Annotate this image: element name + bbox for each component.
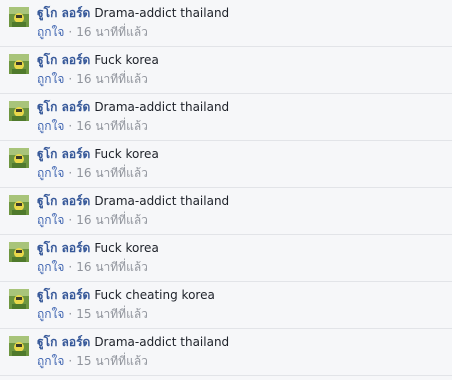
comment-body: ฐูโก ลอร์ด Drama-addict thailand ถูกใจ · 15…: [37, 333, 444, 370]
comment-text: Fuck korea: [94, 53, 159, 67]
comment-content: ฐูโก ลอร์ด Fuck korea: [37, 145, 444, 163]
comment-body: ฐูโก ลอร์ด Drama-addict thailand ถูกใจ · 16…: [37, 192, 444, 229]
like-link[interactable]: ถูกใจ: [37, 354, 64, 368]
comment-body: ฐูโก ลอร์ด Fuck korea ถูกใจ · 16 นาทีที่แล้…: [37, 51, 444, 88]
avatar[interactable]: [9, 242, 29, 262]
comment-actions: ถูกใจ · 16 นาทีที่แล้ว: [37, 23, 444, 41]
like-link[interactable]: ถูกใจ: [37, 213, 64, 227]
separator-dot: ·: [68, 72, 73, 86]
like-link[interactable]: ถูกใจ: [37, 166, 64, 180]
comment-item: ฐูโก ลอร์ด Fuck cheating korea ถูกใจ · 15 น…: [0, 282, 452, 329]
comment-item: ฐูโก ลอร์ด Fuck korea ถูกใจ · 16 นาทีที่แล้…: [0, 141, 452, 188]
avatar[interactable]: [9, 289, 29, 309]
like-link[interactable]: ถูกใจ: [37, 25, 64, 39]
comment-actions: ถูกใจ · 16 นาทีที่แล้ว: [37, 211, 444, 229]
comment-timestamp[interactable]: 16 นาทีที่แล้ว: [76, 213, 148, 227]
comment-content: ฐูโก ลอร์ด Drama-addict thailand: [37, 192, 444, 210]
comment-item: ฐูโก ลอร์ด Fuck korea ถูกใจ · 16 นาทีที่แล้…: [0, 235, 452, 282]
comment-author-link[interactable]: ฐูโก ลอร์ด: [37, 288, 90, 302]
like-link[interactable]: ถูกใจ: [37, 72, 64, 86]
avatar-picture-icon: [9, 336, 29, 356]
comment-content: ฐูโก ลอร์ด Fuck korea: [37, 51, 444, 69]
comment-actions: ถูกใจ · 16 นาทีที่แล้ว: [37, 258, 444, 276]
comment-timestamp[interactable]: 16 นาทีที่แล้ว: [76, 25, 148, 39]
comment-content: ฐูโก ลอร์ด Drama-addict thailand: [37, 333, 444, 351]
avatar-picture-icon: [9, 242, 29, 262]
avatar[interactable]: [9, 148, 29, 168]
comment-timestamp[interactable]: 16 นาทีที่แล้ว: [76, 166, 148, 180]
comment-timestamp[interactable]: 16 นาทีที่แล้ว: [76, 72, 148, 86]
comment-timestamp[interactable]: 16 นาทีที่แล้ว: [76, 119, 148, 133]
comment-text: Drama-addict thailand: [94, 335, 230, 349]
comment-actions: ถูกใจ · 15 นาทีที่แล้ว: [37, 305, 444, 323]
comment-text: Drama-addict thailand: [94, 194, 230, 208]
comment-text: Fuck korea: [94, 241, 159, 255]
separator-dot: ·: [68, 307, 73, 321]
avatar[interactable]: [9, 336, 29, 356]
avatar-picture-icon: [9, 148, 29, 168]
comment-content: ฐูโก ลอร์ด Drama-addict thailand: [37, 4, 444, 22]
like-link[interactable]: ถูกใจ: [37, 307, 64, 321]
comment-actions: ถูกใจ · 16 นาทีที่แล้ว: [37, 117, 444, 135]
comment-text: Fuck cheating korea: [94, 288, 215, 302]
comment-timestamp[interactable]: 15 นาทีที่แล้ว: [76, 354, 148, 368]
comment-item: ฐูโก ลอร์ด Drama-addict thailand ถูกใจ · 16…: [0, 0, 452, 47]
avatar-picture-icon: [9, 101, 29, 121]
avatar-picture-icon: [9, 195, 29, 215]
comment-timestamp[interactable]: 15 นาทีที่แล้ว: [76, 307, 148, 321]
comment-actions: ถูกใจ · 15 นาทีที่แล้ว: [37, 352, 444, 370]
comment-item: ฐูโก ลอร์ด Drama-addict thailand ถูกใจ · 16…: [0, 188, 452, 235]
avatar[interactable]: [9, 54, 29, 74]
comment-body: ฐูโก ลอร์ด Drama-addict thailand ถูกใจ · 16…: [37, 98, 444, 135]
comment-author-link[interactable]: ฐูโก ลอร์ด: [37, 335, 90, 349]
comment-list: ฐูโก ลอร์ด Drama-addict thailand ถูกใจ · 16…: [0, 0, 452, 376]
comment-item: ฐูโก ลอร์ด Drama-addict thailand ถูกใจ · 16…: [0, 94, 452, 141]
avatar[interactable]: [9, 195, 29, 215]
like-link[interactable]: ถูกใจ: [37, 119, 64, 133]
comment-text: Drama-addict thailand: [94, 100, 230, 114]
comment-author-link[interactable]: ฐูโก ลอร์ด: [37, 100, 90, 114]
comment-body: ฐูโก ลอร์ด Fuck korea ถูกใจ · 16 นาทีที่แล้…: [37, 145, 444, 182]
comment-content: ฐูโก ลอร์ด Drama-addict thailand: [37, 98, 444, 116]
avatar-picture-icon: [9, 7, 29, 27]
comment-item: ฐูโก ลอร์ด Drama-addict thailand ถูกใจ · 15…: [0, 329, 452, 376]
comment-body: ฐูโก ลอร์ด Fuck cheating korea ถูกใจ · 15 น…: [37, 286, 444, 323]
comment-body: ฐูโก ลอร์ด Drama-addict thailand ถูกใจ · 16…: [37, 4, 444, 41]
comment-author-link[interactable]: ฐูโก ลอร์ด: [37, 6, 90, 20]
separator-dot: ·: [68, 354, 73, 368]
comment-author-link[interactable]: ฐูโก ลอร์ด: [37, 241, 90, 255]
avatar-picture-icon: [9, 289, 29, 309]
comment-actions: ถูกใจ · 16 นาทีที่แล้ว: [37, 70, 444, 88]
comment-author-link[interactable]: ฐูโก ลอร์ด: [37, 147, 90, 161]
avatar[interactable]: [9, 7, 29, 27]
separator-dot: ·: [68, 213, 73, 227]
comment-item: ฐูโก ลอร์ด Fuck korea ถูกใจ · 16 นาทีที่แล้…: [0, 47, 452, 94]
comment-text: Drama-addict thailand: [94, 6, 230, 20]
comment-content: ฐูโก ลอร์ด Fuck korea: [37, 239, 444, 257]
avatar[interactable]: [9, 101, 29, 121]
comment-body: ฐูโก ลอร์ด Fuck korea ถูกใจ · 16 นาทีที่แล้…: [37, 239, 444, 276]
comment-author-link[interactable]: ฐูโก ลอร์ด: [37, 53, 90, 67]
comment-author-link[interactable]: ฐูโก ลอร์ด: [37, 194, 90, 208]
comment-timestamp[interactable]: 16 นาทีที่แล้ว: [76, 260, 148, 274]
comment-actions: ถูกใจ · 16 นาทีที่แล้ว: [37, 164, 444, 182]
separator-dot: ·: [68, 119, 73, 133]
like-link[interactable]: ถูกใจ: [37, 260, 64, 274]
comment-text: Fuck korea: [94, 147, 159, 161]
separator-dot: ·: [68, 260, 73, 274]
avatar-picture-icon: [9, 54, 29, 74]
separator-dot: ·: [68, 166, 73, 180]
comment-content: ฐูโก ลอร์ด Fuck cheating korea: [37, 286, 444, 304]
separator-dot: ·: [68, 25, 73, 39]
